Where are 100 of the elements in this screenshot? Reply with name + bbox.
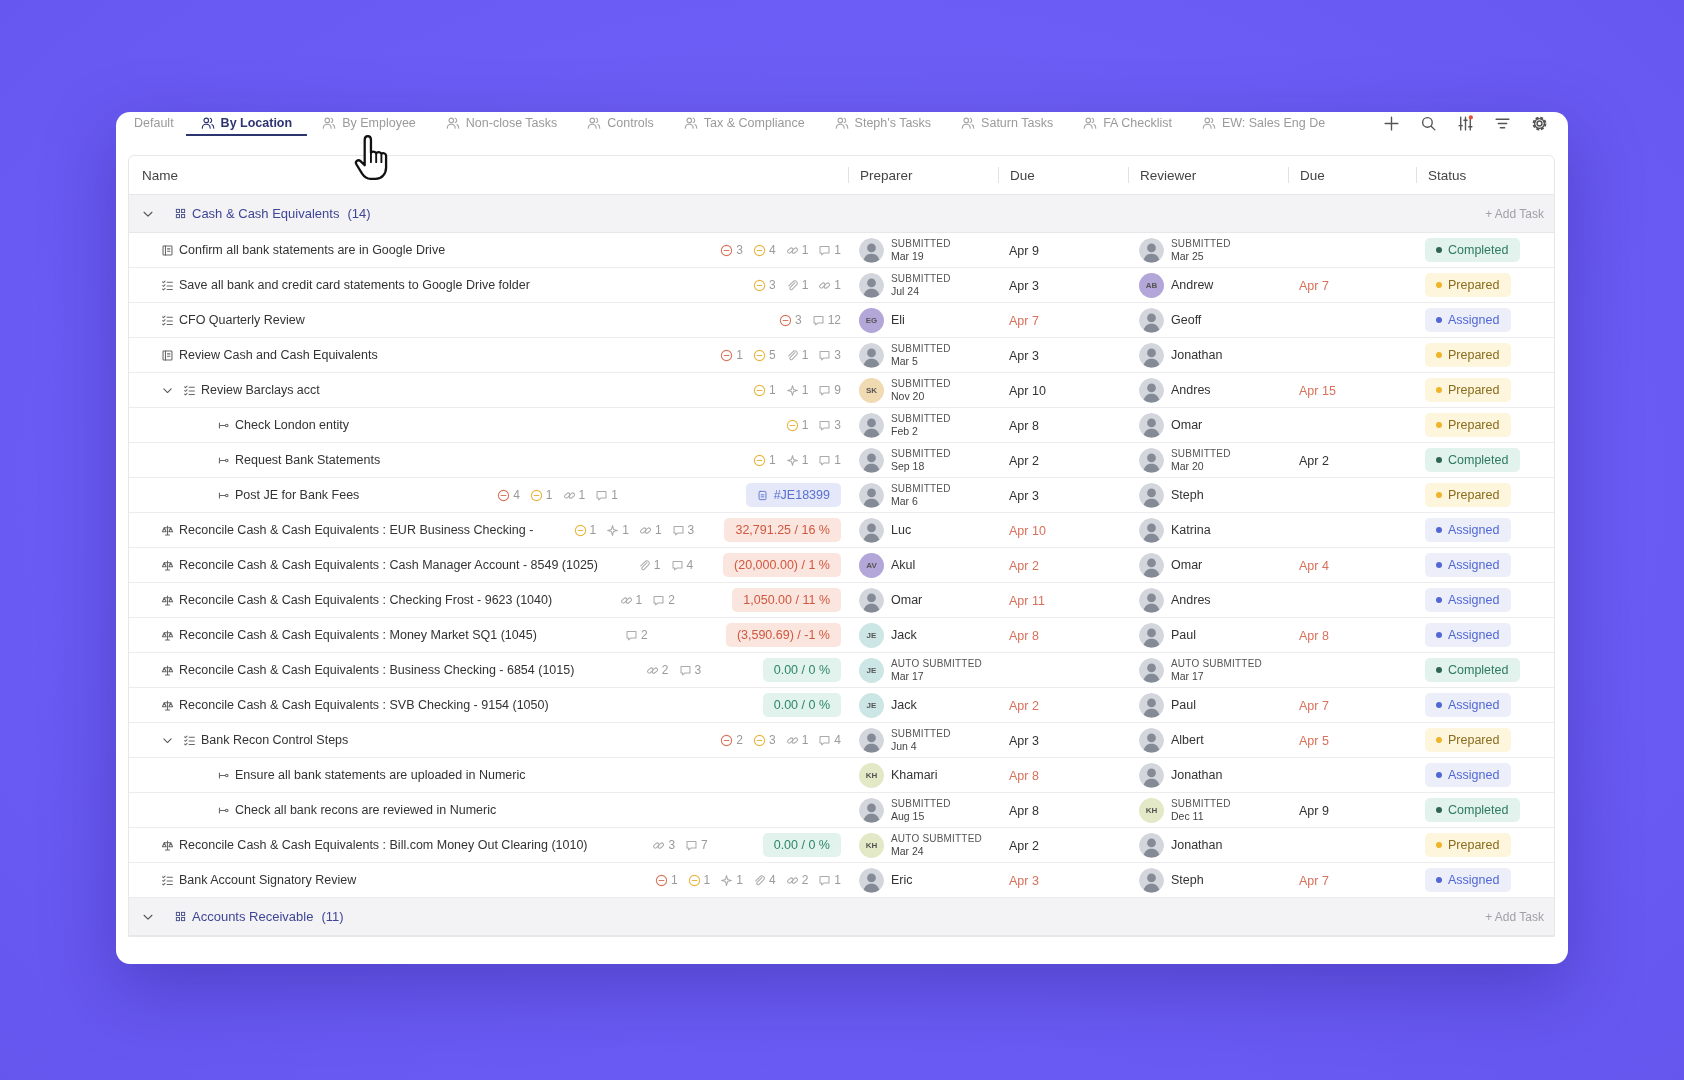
sliders-icon[interactable]: [1457, 114, 1474, 132]
task-name[interactable]: Bank Recon Control Steps: [201, 733, 349, 747]
tab[interactable]: Steph's Tasks: [819, 112, 947, 136]
scale-icon: [161, 838, 174, 852]
tab[interactable]: By Employee: [307, 112, 431, 136]
tab[interactable]: Tax & Compliance: [668, 112, 820, 136]
comment-icon: [671, 523, 685, 537]
task-name[interactable]: Reconcile Cash & Cash Equivalents : Business Checking - 6854 (1015): [179, 663, 575, 677]
status-badge[interactable]: Prepared: [1425, 728, 1512, 752]
warning-icon: [573, 523, 587, 537]
status-badge[interactable]: Prepared: [1425, 343, 1512, 367]
status-badge[interactable]: Completed: [1425, 658, 1521, 682]
person-name: Omar: [891, 593, 923, 607]
status-badge[interactable]: Prepared: [1425, 378, 1512, 402]
sparkle-icon: [785, 383, 799, 397]
task-name[interactable]: Review Barclays acct: [201, 383, 320, 397]
people-icon: [961, 116, 976, 130]
status-badge[interactable]: Prepared: [1425, 833, 1512, 857]
status-badge[interactable]: Assigned: [1425, 553, 1512, 577]
journal-entry-link[interactable]: #JE18399: [745, 483, 841, 507]
tab[interactable]: By Location: [185, 112, 308, 136]
submission-date: Mar 19: [891, 250, 925, 263]
variance-badge[interactable]: (3,590.69) / -1 %: [725, 623, 841, 647]
task-name[interactable]: Reconcile Cash & Cash Equivalents : Checking Frost - 9623 (1040): [179, 593, 553, 607]
variance-badge[interactable]: 0.00 / 0 %: [762, 693, 841, 717]
document-icon: [161, 243, 174, 257]
person-name: Andres: [1171, 383, 1211, 397]
people-icon: [445, 116, 460, 130]
status-badge[interactable]: Prepared: [1425, 483, 1512, 507]
status-badge[interactable]: Assigned: [1425, 308, 1512, 332]
task-name[interactable]: Reconcile Cash & Cash Equivalents : Bill.com Money Out Clearing (1010): [179, 838, 588, 852]
variance-badge[interactable]: 1,050.00 / 11 %: [732, 588, 841, 612]
warning-icon: [529, 488, 543, 502]
scale-icon: [161, 523, 174, 537]
tab[interactable]: Saturn Tasks: [946, 112, 1069, 136]
count: 3: [736, 243, 743, 257]
submission-status: AUTO SUBMITTED: [1171, 657, 1262, 670]
tab[interactable]: Controls: [572, 112, 669, 136]
tab[interactable]: Non-close Tasks: [430, 112, 573, 136]
status-badge[interactable]: Completed: [1425, 238, 1521, 262]
task-name[interactable]: Reconcile Cash & Cash Equivalents : SVB Checking - 9154 (1050): [179, 698, 549, 712]
count: 3: [768, 733, 776, 747]
add-task-button[interactable]: + Add Task: [1485, 206, 1544, 221]
group-name: Accounts Receivable: [192, 909, 314, 924]
status-badge[interactable]: Assigned: [1425, 623, 1512, 647]
add-icon[interactable]: [1383, 114, 1400, 132]
add-task-button[interactable]: + Add Task: [1485, 909, 1544, 924]
task-name[interactable]: Request Bank Statements: [235, 453, 381, 467]
task-name[interactable]: Bank Account Signatory Review: [179, 873, 357, 887]
status-badge[interactable]: Prepared: [1425, 413, 1512, 437]
task-name[interactable]: CFO Quarterly Review: [179, 313, 305, 327]
count: 1: [801, 278, 809, 292]
count: 2: [661, 663, 669, 677]
count: 1: [654, 523, 662, 537]
tab[interactable]: FA Checklist: [1068, 112, 1187, 136]
variance-badge[interactable]: (20,000.00) / 1 %: [723, 553, 841, 577]
status-badge[interactable]: Completed: [1425, 798, 1521, 822]
status-badge[interactable]: Assigned: [1425, 693, 1512, 717]
status-badge[interactable]: Assigned: [1425, 868, 1512, 892]
task-name[interactable]: Check all bank recons are reviewed in Numeric: [235, 803, 497, 817]
task-name[interactable]: Save all bank and credit card statements to Google Drive folder: [179, 278, 530, 292]
comment-icon: [818, 348, 832, 362]
variance-badge[interactable]: 32,791.25 / 16 %: [724, 518, 841, 542]
tab[interactable]: EW: Sales Eng De: [1186, 112, 1341, 136]
status-badge[interactable]: Assigned: [1425, 588, 1512, 612]
blocked-icon: [720, 733, 734, 747]
due-date: Apr 11: [1008, 594, 1045, 608]
person-name: Katrina: [1171, 523, 1211, 537]
count: 4: [513, 488, 520, 502]
avatar: [859, 517, 884, 543]
task-name[interactable]: Check London entity: [235, 418, 349, 432]
task-name[interactable]: Post JE for Bank Fees: [235, 488, 360, 502]
status-badge[interactable]: Assigned: [1425, 763, 1512, 787]
status-badge[interactable]: Prepared: [1425, 273, 1512, 297]
status-badge[interactable]: Completed: [1425, 448, 1521, 472]
due-date: Apr 3: [1008, 349, 1039, 363]
variance-badge[interactable]: 0.00 / 0 %: [762, 658, 841, 682]
settings-icon[interactable]: [1531, 114, 1548, 132]
count: 3: [794, 313, 802, 327]
count: 2: [801, 873, 809, 887]
search-icon[interactable]: [1420, 114, 1437, 132]
task-name[interactable]: Ensure all bank statements are uploaded in Numeric: [235, 768, 526, 782]
task-name[interactable]: Confirm all bank statements are in Google Drive: [179, 243, 446, 257]
task-name[interactable]: Reconcile Cash & Cash Equivalents : Cash Manager Account - 8549 (1025): [179, 558, 598, 572]
tab[interactable]: Default: [124, 112, 186, 136]
count: 1: [670, 873, 678, 887]
avatar: [1139, 867, 1164, 893]
variance-badge[interactable]: 0.00 / 0 %: [762, 833, 841, 857]
warning-icon: [752, 348, 766, 362]
comment-icon: [818, 453, 832, 467]
due-date: Apr 3: [1008, 734, 1039, 748]
task-name[interactable]: Reconcile Cash & Cash Equivalents : EUR Business Checking -: [179, 523, 534, 537]
submission-status: SUBMITTED: [891, 482, 951, 495]
due-date: Apr 10: [1008, 524, 1046, 538]
column-header: Due: [1299, 167, 1325, 183]
task-name[interactable]: Review Cash and Cash Equivalents: [179, 348, 378, 362]
status-badge[interactable]: Assigned: [1425, 518, 1512, 542]
task-name[interactable]: Reconcile Cash & Cash Equivalents : Money Market SQ1 (1045): [179, 628, 537, 642]
due-date: Apr 7: [1298, 279, 1329, 293]
due-date: Apr 9: [1008, 244, 1039, 258]
